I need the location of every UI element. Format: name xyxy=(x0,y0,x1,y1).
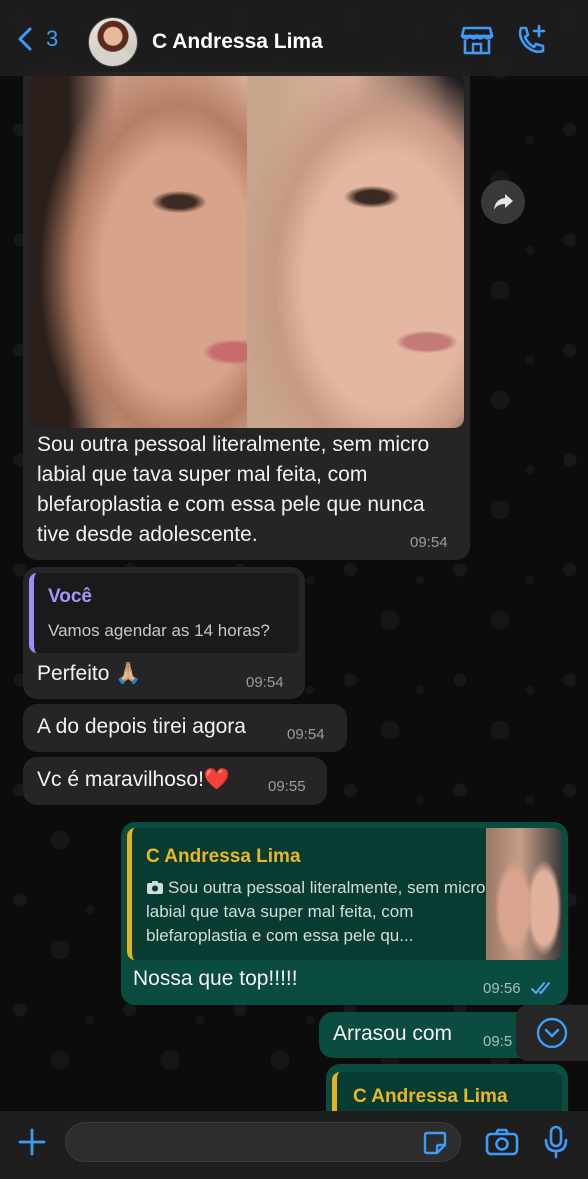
quoted-photo-thumbnail xyxy=(486,828,562,960)
unread-count: 3 xyxy=(46,26,59,51)
outgoing-reply-message[interactable]: C Andressa Lima Sou outra pessoal litera… xyxy=(121,822,568,1005)
message-text: Vc é maravilhoso!❤️ xyxy=(37,768,231,791)
quoted-author: C Andressa Lima xyxy=(353,1086,508,1107)
message-time: 09:54 xyxy=(410,534,448,551)
forward-icon xyxy=(494,194,513,210)
message-text: A do depois tirei agora xyxy=(37,715,246,738)
message-time: 09:54 xyxy=(287,726,325,743)
composer-bar xyxy=(0,1111,588,1179)
quoted-message[interactable]: C Andressa Lima Sou outra pessoal litera… xyxy=(127,828,562,960)
quoted-message[interactable]: Você Vamos agendar as 14 horas? xyxy=(29,573,299,653)
phone-add-icon[interactable] xyxy=(515,24,549,61)
reply-message[interactable]: Você Vamos agendar as 14 horas? Perfeito… xyxy=(23,567,305,699)
message-text: Arrasou com xyxy=(333,1022,453,1045)
camera-icon xyxy=(147,881,163,894)
message-time: 09:55 xyxy=(268,778,306,795)
store-icon[interactable] xyxy=(460,24,494,61)
message-text: Nossa que top!!!!! xyxy=(133,967,298,990)
double-check-icon xyxy=(531,982,550,994)
avatar[interactable] xyxy=(88,17,138,67)
message-input[interactable] xyxy=(65,1122,461,1162)
photo-before-half xyxy=(29,72,247,428)
sticker-icon[interactable] xyxy=(422,1130,448,1161)
quoted-text: Vamos agendar as 14 horas? xyxy=(48,621,270,640)
text-message[interactable]: A do depois tirei agora 09:54 xyxy=(23,704,347,752)
back-button[interactable]: 3 xyxy=(14,26,58,52)
message-time: 09:5 xyxy=(483,1033,513,1050)
message-text: Perfeito 🙏🏼 xyxy=(37,662,142,685)
chat-header: 3 C Andressa Lima xyxy=(0,0,588,76)
chevron-left-icon xyxy=(18,27,32,51)
message-time: 09:56 xyxy=(483,980,521,997)
contact-name[interactable]: C Andressa Lima xyxy=(152,30,323,54)
message-time: 09:54 xyxy=(246,674,284,691)
quoted-author: Você xyxy=(48,586,93,607)
quoted-author: C Andressa Lima xyxy=(146,846,301,867)
photo-message[interactable]: Sou outra pessoal literalmente, sem micr… xyxy=(23,64,470,560)
chevron-down-icon xyxy=(536,1017,568,1049)
plus-icon[interactable] xyxy=(17,1127,47,1162)
photo-after-half xyxy=(247,72,464,428)
scroll-to-bottom-button[interactable] xyxy=(516,1005,588,1061)
text-message[interactable]: Vc é maravilhoso!❤️ 09:55 xyxy=(23,757,327,805)
forward-button[interactable] xyxy=(481,180,525,224)
before-after-photo[interactable] xyxy=(29,72,464,428)
mic-icon[interactable] xyxy=(543,1125,569,1164)
quoted-text: Sou outra pessoal literalmente, sem micr… xyxy=(146,878,486,945)
camera-icon[interactable] xyxy=(485,1127,519,1162)
photo-caption: Sou outra pessoal literalmente, sem micr… xyxy=(37,433,430,546)
